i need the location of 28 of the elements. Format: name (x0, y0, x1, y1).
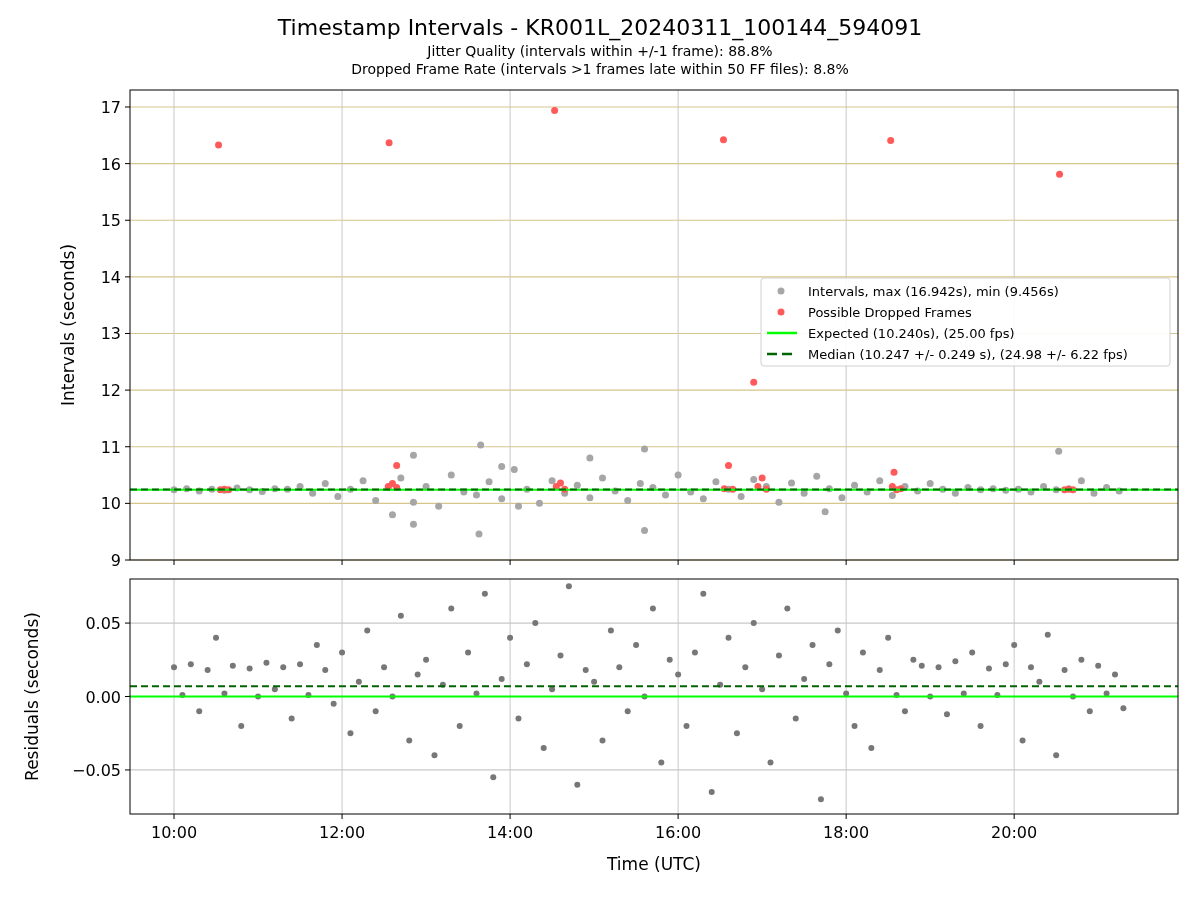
y-tick-label: 9 (110, 551, 121, 570)
y-tick-label: 12 (100, 381, 121, 401)
chart-subtitle: Dropped Frame Rate (intervals >1 frames late within 50 FF files): 8.8% (351, 60, 849, 78)
legend-label: Intervals, max (16.942s), min (9.456s) (808, 283, 1059, 299)
x-tick-label: 16:00 (655, 823, 702, 842)
y-tick-label: 10 (100, 494, 121, 514)
chart-title: Timestamp Intervals - KR001L_20240311_100144_594091 (277, 14, 923, 42)
x-tick-label: 12:00 (319, 823, 366, 842)
y-tick-label: −0.05 (71, 760, 121, 780)
x-tick-label: 10:00 (150, 823, 198, 842)
x-axis-label: Time (UTC) (607, 854, 701, 874)
legend-label: Expected (10.240s), (25.00 fps) (808, 325, 1015, 341)
x-tick-label: 14:00 (487, 823, 534, 842)
legend-label: Median (10.247 +/- 0.249 s), (24.98 +/- 6.22 fps) (808, 346, 1128, 362)
x-tick-label: 18:00 (823, 823, 870, 842)
chart-subtitle: Jitter Quality (intervals within +/-1 frame): 88.8% (427, 42, 773, 60)
y-tick-label: 16 (100, 154, 121, 174)
x-tick-label: 20:00 (991, 823, 1038, 842)
y-axis-label: Intervals (seconds) (58, 243, 78, 407)
y-tick-label: 17 (100, 98, 121, 117)
y-tick-label: 14 (100, 267, 121, 287)
y-tick-label: 13 (100, 324, 121, 344)
legend-label: Possible Dropped Frames (808, 304, 972, 320)
y-tick-label: 15 (100, 211, 121, 231)
y-tick-label: 11 (100, 437, 121, 457)
y-axis-label: Residuals (seconds) (22, 612, 42, 781)
y-tick-label: 0.00 (85, 687, 121, 707)
y-tick-label: 0.05 (85, 614, 121, 634)
